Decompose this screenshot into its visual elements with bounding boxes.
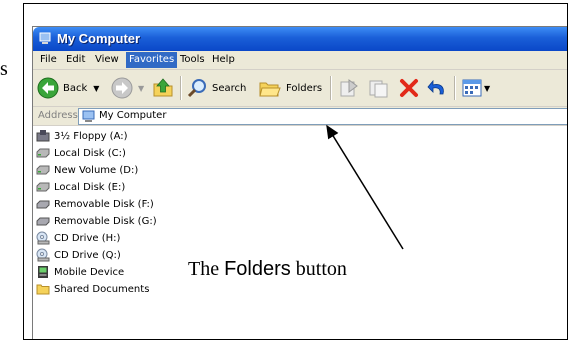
annotation-folders-word: Folders — [224, 258, 291, 280]
annotation-caption: The Folders button — [188, 258, 347, 281]
annotation-prefix: The — [188, 258, 225, 280]
annotation-suffix: button — [290, 258, 347, 280]
annotation-arrow — [326, 124, 404, 250]
